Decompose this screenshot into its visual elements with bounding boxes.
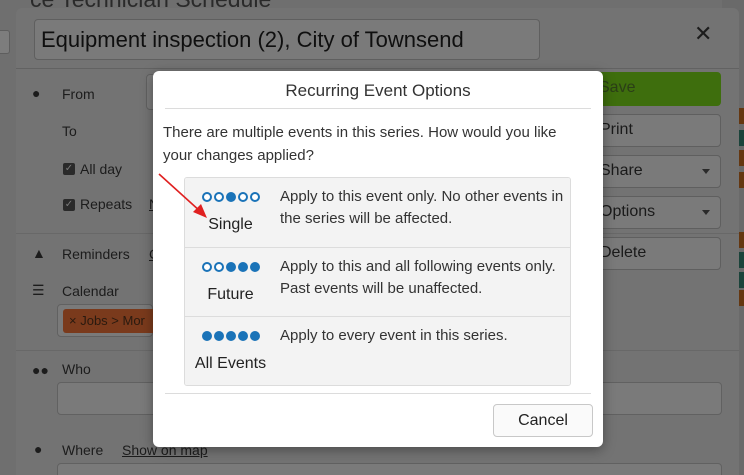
- empty-dot-icon: [237, 192, 248, 202]
- series-dots-icon: [185, 262, 276, 272]
- filled-dot-icon: [225, 331, 236, 341]
- option-description: Apply to this event only. No other event…: [280, 188, 564, 227]
- to-label: To: [62, 123, 77, 139]
- dialog-message: There are multiple events in this series…: [163, 124, 557, 164]
- bell-icon: ▲: [32, 245, 46, 261]
- repeats-label: Repeats: [80, 196, 133, 212]
- filled-dot-icon: [237, 331, 248, 341]
- all-day-checkbox[interactable]: ✓: [63, 163, 75, 175]
- calendar-label: Calendar: [62, 283, 119, 299]
- filled-dot-icon: [213, 331, 224, 341]
- back-nav-button[interactable]: [0, 30, 10, 54]
- divider: [165, 108, 591, 109]
- empty-dot-icon: [249, 192, 260, 202]
- option-description: Apply to every event in this series.: [280, 327, 508, 344]
- share-label: Share: [600, 162, 643, 179]
- option-icon: Future: [185, 248, 276, 316]
- options-label: Options: [600, 203, 656, 220]
- who-label: Who: [62, 361, 91, 377]
- repeats-checkbox[interactable]: ✓: [63, 199, 75, 211]
- option-future[interactable]: Future Apply to this and all following e…: [185, 247, 570, 316]
- event-title-input[interactable]: Equipment inspection (2), City of Townse…: [34, 19, 540, 60]
- delete-label: Delete: [600, 244, 647, 261]
- calendar-tag-label: Jobs > Mor: [80, 313, 145, 328]
- print-label: Print: [600, 121, 633, 138]
- option-list: Single Apply to this event only. No othe…: [184, 177, 571, 386]
- option-description: Apply to this and all following events o…: [280, 258, 556, 297]
- filled-dot-icon: [249, 262, 260, 272]
- option-name: Future: [207, 286, 254, 303]
- where-input[interactable]: [57, 463, 722, 475]
- list-icon: ☰: [32, 282, 45, 298]
- reminders-label: Reminders: [62, 246, 130, 262]
- dialog-title: Recurring Event Options: [285, 81, 471, 100]
- divider: [16, 68, 739, 69]
- clock-icon: ●: [32, 85, 41, 101]
- filled-dot-icon: [201, 331, 212, 341]
- filled-dot-icon: [225, 192, 236, 202]
- where-label: Where: [62, 442, 104, 458]
- empty-dot-icon: [201, 262, 212, 272]
- filled-dot-icon: [249, 331, 260, 341]
- chevron-down-icon: [702, 210, 710, 215]
- all-day-label: All day: [80, 161, 123, 177]
- empty-dot-icon: [213, 192, 224, 202]
- option-all-events[interactable]: All Events Apply to every event in this …: [185, 316, 570, 385]
- people-icon: ●●: [32, 362, 49, 378]
- option-single[interactable]: Single Apply to this event only. No othe…: [185, 178, 570, 247]
- series-dots-icon: [185, 331, 276, 341]
- option-icon: All Events: [185, 317, 276, 385]
- remove-tag-icon[interactable]: ×: [69, 313, 80, 328]
- map-pin-icon: ●: [34, 441, 43, 457]
- filled-dot-icon: [237, 262, 248, 272]
- chevron-down-icon: [702, 169, 710, 174]
- close-icon[interactable]: ✕: [694, 21, 712, 47]
- annotation-arrow-icon: [158, 173, 207, 218]
- from-label: From: [62, 86, 95, 102]
- divider: [165, 393, 591, 394]
- option-name: All Events: [194, 355, 267, 372]
- cancel-button[interactable]: Cancel: [493, 404, 593, 437]
- calendar-tag[interactable]: × Jobs > Mor: [63, 309, 159, 333]
- recurring-event-dialog: Recurring Event Options There are multip…: [153, 71, 603, 447]
- filled-dot-icon: [225, 262, 236, 272]
- empty-dot-icon: [213, 262, 224, 272]
